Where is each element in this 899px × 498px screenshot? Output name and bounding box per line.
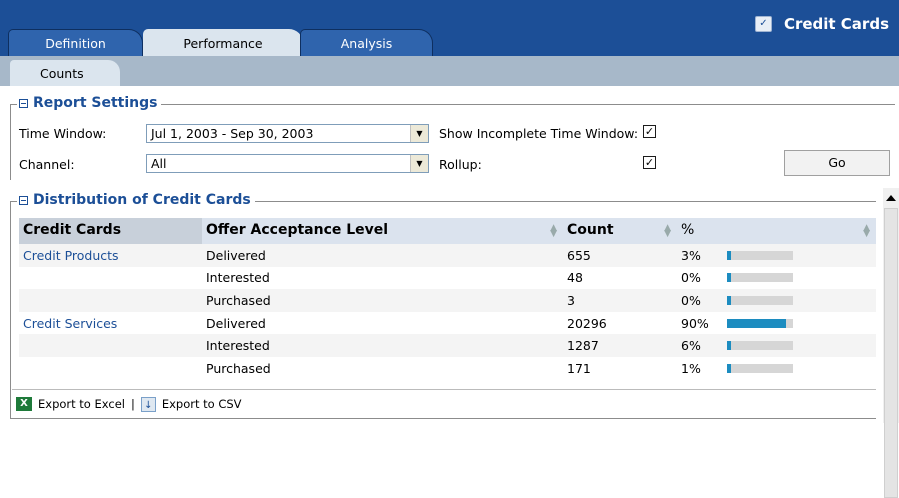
percent-value: 0% bbox=[681, 270, 701, 286]
level-cell: Interested bbox=[206, 338, 270, 354]
credit-card-link[interactable]: Credit Services bbox=[19, 316, 202, 331]
scroll-up-icon[interactable] bbox=[886, 195, 896, 201]
count-cell: 1287 bbox=[567, 338, 599, 354]
channel-select[interactable]: All ▼ bbox=[146, 154, 429, 173]
percent-bar-fill bbox=[727, 250, 731, 260]
table-header: Credit Cards Offer Acceptance Level ▲ ▼ Co… bbox=[19, 218, 876, 244]
percent-bar-fill bbox=[727, 318, 787, 328]
table-body: Credit Products Delivered 655 3% Interes… bbox=[19, 244, 876, 380]
percent-cell: 3% bbox=[677, 248, 876, 263]
report-settings-legend[interactable]: Report Settings bbox=[17, 95, 162, 111]
column-header-credit-cards[interactable]: Credit Cards bbox=[19, 218, 202, 244]
scroll-thumb[interactable] bbox=[884, 208, 898, 498]
percent-value: 3% bbox=[681, 247, 701, 263]
report-settings-title: Report Settings bbox=[33, 95, 158, 111]
column-header-percent[interactable]: % ▲ ▼ bbox=[677, 218, 876, 244]
show-incomplete-checkbox[interactable]: ✓ bbox=[643, 125, 656, 138]
percent-value: 1% bbox=[681, 360, 701, 376]
percent-cell: 1% bbox=[677, 361, 876, 376]
percent-cell: 90% bbox=[677, 316, 876, 331]
percent-bar-fill bbox=[727, 341, 731, 351]
credit-card-icon: ✓ bbox=[754, 16, 772, 32]
export-separator: | bbox=[130, 397, 135, 411]
chevron-down-icon[interactable]: ▼ bbox=[410, 155, 428, 172]
subtab-counts[interactable]: Counts bbox=[10, 60, 120, 86]
level-cell: Purchased bbox=[206, 360, 271, 376]
rollup-checkbox[interactable]: ✓ bbox=[643, 156, 656, 169]
level-cell: Delivered bbox=[206, 247, 266, 263]
show-incomplete-label: Show Incomplete Time Window: bbox=[439, 126, 639, 141]
subtab-bar: Counts bbox=[0, 56, 899, 86]
time-window-value: Jul 1, 2003 - Sep 30, 2003 bbox=[151, 126, 314, 141]
level-cell: Delivered bbox=[206, 315, 266, 331]
collapse-icon[interactable] bbox=[19, 195, 28, 205]
sort-icon: ▲ ▼ bbox=[664, 223, 671, 239]
table-row: Interested 48 0% bbox=[19, 267, 876, 290]
distribution-legend[interactable]: Distribution of Credit Cards bbox=[17, 192, 255, 208]
column-header-count[interactable]: Count ▲ ▼ bbox=[563, 218, 677, 244]
excel-icon[interactable]: X bbox=[16, 397, 32, 411]
count-cell: 20296 bbox=[567, 315, 607, 331]
level-cell: Interested bbox=[206, 270, 270, 286]
page-title-area: ✓ Credit Cards bbox=[754, 15, 889, 33]
channel-value: All bbox=[151, 156, 167, 171]
level-cell: Purchased bbox=[206, 292, 271, 308]
table-row: Purchased 171 1% bbox=[19, 357, 876, 380]
count-cell: 48 bbox=[567, 270, 583, 286]
table-row: Credit Products Delivered 655 3% bbox=[19, 244, 876, 267]
percent-bar bbox=[727, 341, 793, 351]
tab-analysis[interactable]: Analysis bbox=[300, 29, 433, 56]
percent-bar bbox=[727, 295, 793, 305]
percent-bar bbox=[727, 363, 793, 373]
table-row: Credit Services Delivered 20296 90% bbox=[19, 312, 876, 335]
count-cell: 655 bbox=[567, 247, 591, 263]
export-toolbar: X Export to Excel | ↓ Export to CSV bbox=[12, 389, 876, 418]
app-header: Definition Performance Analysis ✓ Credit… bbox=[0, 0, 899, 56]
percent-bar-fill bbox=[727, 363, 731, 373]
table-row: Interested 1287 6% bbox=[19, 334, 876, 357]
credit-card-link[interactable]: Credit Products bbox=[19, 248, 202, 263]
percent-bar bbox=[727, 250, 793, 260]
vertical-scrollbar[interactable] bbox=[883, 188, 899, 498]
percent-value: 0% bbox=[681, 292, 701, 308]
percent-cell: 0% bbox=[677, 293, 876, 308]
chevron-down-icon[interactable]: ▼ bbox=[410, 125, 428, 142]
sort-icon: ▲ ▼ bbox=[863, 223, 870, 239]
rollup-label: Rollup: bbox=[439, 157, 482, 172]
export-excel-link[interactable]: Export to Excel bbox=[38, 397, 125, 411]
percent-cell: 0% bbox=[677, 270, 876, 285]
percent-bar-fill bbox=[727, 273, 731, 283]
percent-value: 90% bbox=[681, 315, 709, 331]
export-csv-link[interactable]: Export to CSV bbox=[162, 397, 242, 411]
table-row: Purchased 3 0% bbox=[19, 289, 876, 312]
column-header-offer-level[interactable]: Offer Acceptance Level ▲ ▼ bbox=[202, 218, 563, 244]
sort-icon: ▲ ▼ bbox=[550, 223, 557, 239]
percent-bar bbox=[727, 273, 793, 283]
percent-bar-fill bbox=[727, 295, 731, 305]
percent-bar bbox=[727, 318, 793, 328]
time-window-select[interactable]: Jul 1, 2003 - Sep 30, 2003 ▼ bbox=[146, 124, 429, 143]
tab-performance[interactable]: Performance bbox=[143, 29, 303, 56]
distribution-title: Distribution of Credit Cards bbox=[33, 192, 251, 208]
count-cell: 3 bbox=[567, 292, 575, 308]
percent-value: 6% bbox=[681, 338, 701, 354]
collapse-icon[interactable] bbox=[19, 98, 28, 108]
time-window-label: Time Window: bbox=[19, 126, 107, 141]
page-title: Credit Cards bbox=[783, 15, 889, 33]
distribution-table: Credit Cards Offer Acceptance Level ▲ ▼ Co… bbox=[19, 218, 876, 380]
count-cell: 171 bbox=[567, 360, 591, 376]
tab-definition[interactable]: Definition bbox=[8, 29, 143, 56]
csv-icon[interactable]: ↓ bbox=[140, 396, 156, 412]
go-button[interactable]: Go bbox=[784, 150, 890, 176]
percent-cell: 6% bbox=[677, 338, 876, 353]
channel-label: Channel: bbox=[19, 157, 75, 172]
